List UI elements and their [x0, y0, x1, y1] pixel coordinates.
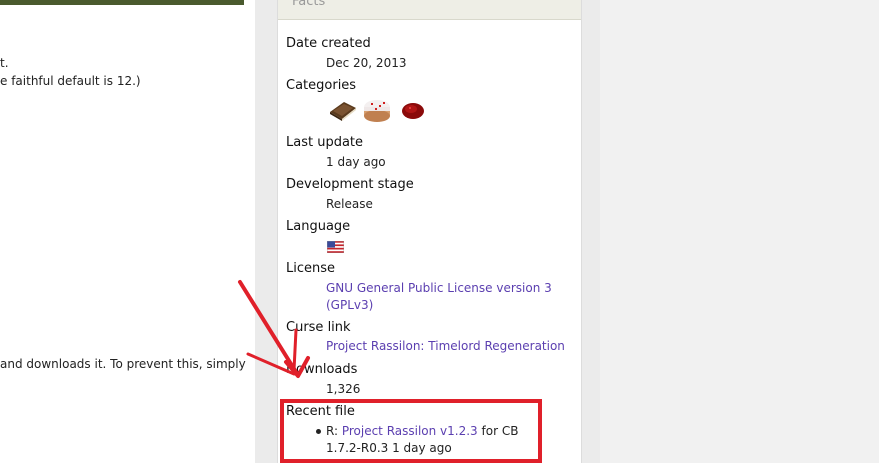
date-created-value: Dec 20, 2013: [326, 56, 407, 70]
dev-stage-label: Development stage: [286, 177, 414, 192]
downloads-label: Downloads: [286, 362, 358, 377]
body-text-line: e faithful default is 12.): [0, 74, 141, 88]
dev-stage-value: Release: [326, 197, 373, 211]
banner-image: [0, 0, 244, 5]
language-label: Language: [286, 219, 351, 234]
us-flag-icon: [327, 241, 344, 253]
facts-title: Facts: [292, 0, 326, 9]
facts-panel: Facts Date created Dec 20, 2013 Categori…: [277, 0, 582, 463]
column-gutter: [255, 0, 277, 463]
cake-icon[interactable]: [362, 97, 392, 124]
facts-header: Facts: [278, 0, 581, 20]
last-update-value: 1 day ago: [326, 155, 386, 169]
curse-link-label: Curse link: [286, 320, 351, 335]
main-content: t. e faithful default is 12.) and downlo…: [0, 0, 255, 463]
curse-link[interactable]: Project Rassilon: Timelord Regeneration: [326, 338, 565, 355]
license-label: License: [286, 261, 336, 276]
book-icon[interactable]: [328, 98, 358, 122]
license-link[interactable]: GNU General Public License version 3: [326, 280, 552, 297]
right-empty-area: [600, 0, 879, 463]
date-created-label: Date created: [286, 36, 371, 51]
highlight-box: [280, 399, 542, 463]
last-update-label: Last update: [286, 135, 364, 150]
downloads-value: 1,326: [326, 382, 361, 396]
categories-label: Categories: [286, 78, 357, 93]
redstone-icon[interactable]: [400, 101, 426, 121]
license-link-cont[interactable]: (GPLv3): [326, 297, 373, 314]
body-text-line: t.: [0, 56, 9, 70]
body-text-line: and downloads it. To prevent this, simpl…: [0, 357, 246, 371]
right-gutter: [582, 0, 600, 463]
